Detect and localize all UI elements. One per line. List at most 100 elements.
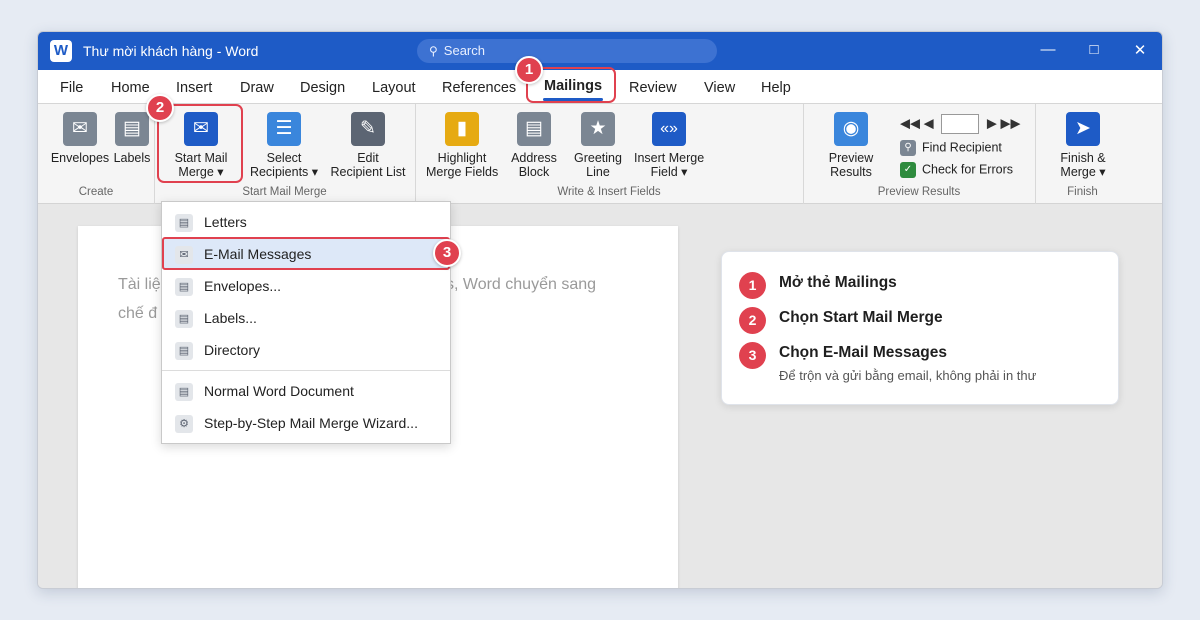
finish-merge-label-2: Merge ▾ (1060, 165, 1106, 179)
highlight-merge-fields-button[interactable]: ▮ Highlight Merge Fields (426, 112, 498, 179)
address-block-label-1: Address (511, 151, 557, 165)
minimize-button[interactable]: — (1038, 41, 1058, 58)
tab-insert[interactable]: Insert (176, 80, 212, 96)
edit-recipient-list-button[interactable]: ✎ Edit Recipient List (328, 112, 408, 179)
labels-doc-icon: ▤ (175, 310, 193, 328)
maximize-button[interactable]: □ (1084, 41, 1104, 58)
greeting-line-label-2: Line (586, 165, 610, 179)
find-recipient-button[interactable]: ⚲ Find Recipient (900, 140, 1002, 156)
merge-field-icon: «» (652, 112, 686, 146)
group-label-create: Create (78, 186, 114, 198)
step-number-3: 3 (739, 342, 766, 369)
menu-item-envelopes[interactable]: ▤ Envelopes... (162, 271, 450, 301)
tab-references[interactable]: References (442, 80, 516, 96)
check-icon: ✓ (900, 162, 916, 178)
labels-icon: ▤ (115, 112, 149, 146)
preview-results-label-1: Preview (828, 151, 874, 165)
record-number-input[interactable] (941, 114, 980, 134)
highlight-icon: ▮ (445, 112, 479, 146)
select-recipients-button[interactable]: ☰ Select Recipients ▾ (246, 112, 322, 179)
tab-review[interactable]: Review (629, 80, 677, 96)
step-number-1: 1 (739, 272, 766, 299)
letter-icon: ▤ (175, 214, 193, 232)
title-bar: W Thư mời khách hàng - Word ⚲ Search — □ … (38, 32, 1162, 70)
step-title-2: Chọn Start Mail Merge (779, 309, 943, 326)
tab-view[interactable]: View (704, 80, 735, 96)
tab-draw[interactable]: Draw (240, 80, 274, 96)
group-label-start-mail-merge: Start Mail Merge (242, 186, 327, 198)
address-block-icon: ▤ (517, 112, 551, 146)
edit-recipient-list-label-1: Edit (357, 151, 379, 165)
doc-line-1-right: s, Word chuyển sang (446, 276, 597, 293)
insert-merge-field-label-1: Insert Merge (634, 151, 705, 165)
check-for-errors-button[interactable]: ✓ Check for Errors (900, 162, 1013, 178)
finish-merge-label-1: Finish & (1060, 151, 1106, 165)
labels-button[interactable]: ▤ Labels (108, 112, 156, 165)
step-badge-1: 1 (515, 56, 543, 84)
finish-merge-button[interactable]: ➤ Finish & Merge ▾ (1050, 112, 1116, 179)
search-icon: ⚲ (429, 44, 438, 58)
record-navigation: ◀◀ ◀ ▶ ▶▶ (900, 114, 1021, 134)
tab-layout[interactable]: Layout (372, 80, 416, 96)
greeting-line-button[interactable]: ★ Greeting Line (570, 112, 626, 179)
address-block-label-2: Block (518, 165, 550, 179)
group-label-finish: Finish (1067, 186, 1098, 198)
highlight-label-2: Merge Fields (426, 165, 499, 179)
last-record-button[interactable]: ▶▶ (1001, 115, 1021, 130)
send-icon: ➤ (1066, 112, 1100, 146)
document-title: Thư mời khách hàng - Word (83, 43, 259, 59)
step-badge-3: 3 (433, 239, 461, 267)
menu-item-labels[interactable]: ▤ Labels... (162, 303, 450, 333)
edit-icon: ✎ (351, 112, 385, 146)
preview-results-button[interactable]: ◉ Preview Results (822, 112, 880, 179)
menu-item-label: Normal Word Document (204, 383, 354, 399)
previous-record-button[interactable]: ◀ (924, 115, 934, 130)
first-record-button[interactable]: ◀◀ (900, 115, 920, 130)
preview-icon: ◉ (834, 112, 868, 146)
tab-design[interactable]: Design (300, 80, 345, 96)
search-box[interactable]: ⚲ Search (417, 39, 717, 63)
word-doc-icon: ▤ (175, 383, 193, 401)
step-badge-2: 2 (146, 94, 174, 122)
step-title-3: Chọn E-Mail Messages (779, 344, 947, 361)
step-number-2: 2 (739, 307, 766, 334)
menu-item-mail-merge-wizard[interactable]: ⚙ Step-by-Step Mail Merge Wizard... (162, 408, 450, 438)
find-recipient-label: Find Recipient (922, 140, 1002, 155)
wizard-gear-icon: ⚙ (175, 415, 193, 433)
close-button[interactable]: ✕ (1130, 41, 1150, 59)
envelopes-label: Envelopes (50, 151, 110, 165)
menu-item-letters[interactable]: ▤ Letters (162, 207, 450, 237)
menu-item-label: Labels... (204, 310, 257, 326)
menu-item-directory[interactable]: ▤ Directory (162, 335, 450, 365)
insert-merge-field-label-2: Field ▾ (650, 165, 688, 179)
labels-label: Labels (113, 151, 151, 165)
select-recipients-label-1: Select (266, 151, 302, 165)
tab-help[interactable]: Help (761, 80, 791, 96)
step-title-1: Mở thẻ Mailings (779, 274, 897, 291)
greeting-icon: ★ (581, 112, 615, 146)
preview-results-label-2: Results (830, 165, 872, 179)
tab-home[interactable]: Home (111, 80, 150, 96)
menu-item-label: Letters (204, 214, 247, 230)
highlight-label-1: Highlight (437, 151, 487, 165)
menu-item-label: Step-by-Step Mail Merge Wizard... (204, 415, 418, 431)
steps-card: 1 Mở thẻ Mailings 2 Chọn Start Mail Merg… (721, 251, 1119, 405)
envelope-icon: ✉ (63, 112, 97, 146)
menu-item-label: Envelopes... (204, 278, 282, 294)
group-label-preview-results: Preview Results (877, 186, 961, 198)
greeting-line-label-1: Greeting (574, 151, 622, 165)
email-messages-highlight (162, 237, 450, 270)
tab-file[interactable]: File (60, 80, 83, 96)
envelopes-button[interactable]: ✉ Envelopes (50, 112, 110, 165)
address-block-button[interactable]: ▤ Address Block (506, 112, 562, 179)
find-icon: ⚲ (900, 140, 916, 156)
edit-recipient-list-label-2: Recipient List (330, 165, 406, 179)
menu-item-normal-word-document[interactable]: ▤ Normal Word Document (162, 376, 450, 406)
step-note-3: Để trộn và gửi bằng email, không phải in… (779, 368, 1037, 383)
word-logo-icon: W (50, 40, 72, 62)
next-record-button[interactable]: ▶ (987, 115, 997, 130)
recipients-icon: ☰ (267, 112, 301, 146)
group-label-write-insert: Write & Insert Fields (557, 186, 661, 198)
envelope-doc-icon: ▤ (175, 278, 193, 296)
insert-merge-field-button[interactable]: «» Insert Merge Field ▾ (634, 112, 704, 179)
